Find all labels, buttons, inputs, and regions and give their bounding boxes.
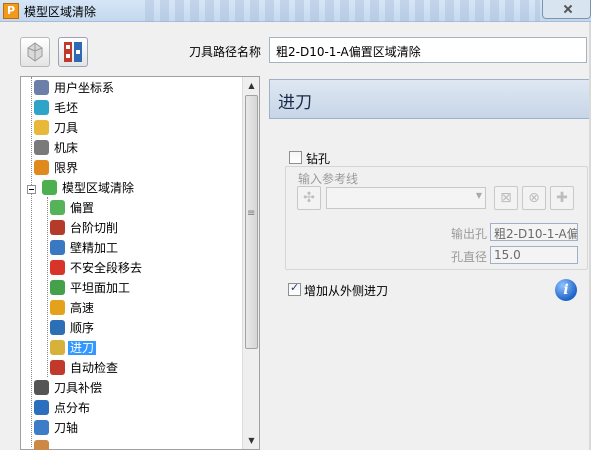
recycle-icon: [27, 42, 43, 62]
tree-item[interactable]: 限界: [34, 158, 80, 178]
outside-lead-in-checkbox[interactable]: [288, 281, 301, 296]
tree-item-label: 平坦面加工: [70, 281, 131, 295]
tree-item[interactable]: 点分布: [34, 398, 92, 418]
point-dist-icon: [34, 400, 49, 415]
tree-item[interactable]: 平坦面加工: [50, 278, 132, 298]
limits-icon: [34, 160, 49, 175]
tree-item-label: 机床: [54, 141, 79, 155]
hole-diameter-input[interactable]: 15.0: [490, 246, 578, 264]
tree-item[interactable]: 刀轴: [34, 418, 80, 438]
tree-item-label: 限界: [54, 161, 79, 175]
title-bar-background: [145, 0, 540, 22]
recycle-toolpath-button[interactable]: [20, 37, 50, 67]
section-title: 进刀: [278, 93, 312, 113]
tree-item-label: 模型区域清除: [62, 181, 135, 195]
tree-item[interactable]: 高速: [50, 298, 96, 318]
tree-item-label: 顺序: [70, 321, 95, 335]
tree-item[interactable]: 不安全段移去: [50, 258, 144, 278]
tree-item-label: 偏置: [70, 201, 95, 215]
drill-checkbox[interactable]: [289, 151, 302, 164]
auto-check-icon: [50, 360, 65, 375]
tree-item[interactable]: 偏置: [50, 198, 96, 218]
tree-item-label: 自动检查: [70, 361, 119, 375]
close-button[interactable]: [542, 0, 591, 19]
scroll-down-arrow-icon[interactable]: ▼: [243, 432, 260, 449]
drill-label: 钻孔: [306, 152, 331, 166]
high-speed-icon: [50, 300, 65, 315]
tree-item-label: 壁精加工: [70, 241, 119, 255]
tool-comp-icon: [34, 380, 49, 395]
info-icon[interactable]: i: [555, 279, 577, 301]
step-cut-icon: [50, 220, 65, 235]
parameter-toggle-button[interactable]: [58, 37, 88, 67]
wall-finish-icon: [50, 240, 65, 255]
tree-item[interactable]: 毛坯: [34, 98, 80, 118]
tree-item[interactable]: 台阶切削: [50, 218, 120, 238]
ucs-icon: [34, 80, 49, 95]
title-bar: P 模型区域清除: [0, 0, 591, 22]
add-pattern-button[interactable]: ✚: [550, 186, 574, 210]
machine-icon: [34, 140, 49, 155]
tree-item[interactable]: 壁精加工: [50, 238, 120, 258]
pattern-select-button[interactable]: ✣: [297, 186, 321, 210]
scroll-up-arrow-icon[interactable]: ▲: [243, 77, 260, 94]
tree-item-label: [52, 441, 56, 450]
chevron-down-icon: ▼: [475, 191, 482, 200]
parameter-icon: [64, 42, 82, 62]
reference-line-group-title: 输入参考线: [296, 170, 361, 187]
hole-diameter-label: 孔直径: [451, 250, 488, 264]
tree-item[interactable]: 刀具补偿: [34, 378, 104, 398]
toolpath-name-label: 刀具路径名称: [189, 45, 262, 59]
tree-item[interactable]: 顺序: [50, 318, 96, 338]
tree-item[interactable]: 刀具: [34, 118, 80, 138]
tree-item-label: 用户坐标系: [54, 81, 115, 95]
tree-item-label: 毛坯: [54, 101, 79, 115]
tree-item[interactable]: 模型区域清除: [42, 178, 136, 198]
reference-line-combo[interactable]: ▼: [326, 187, 486, 209]
unsafe-remove-icon: [50, 260, 65, 275]
tree-item-label: 不安全段移去: [70, 261, 143, 275]
area-clear-icon: [42, 180, 57, 195]
outside-lead-in-label: 增加从外侧进刀: [304, 284, 389, 298]
tree-item-label: 点分布: [54, 401, 91, 415]
block-icon: [34, 100, 49, 115]
exit-hole-input[interactable]: 粗2-D10-1-A偏: [490, 223, 578, 241]
tree-item[interactable]: 用户坐标系: [34, 78, 116, 98]
app-icon: P: [3, 3, 19, 19]
toolpath-name-input[interactable]: 粗2-D10-1-A偏置区域清除: [269, 37, 587, 63]
tree-item-label: 进刀: [68, 341, 97, 355]
scroll-thumb[interactable]: [245, 95, 258, 349]
window-title: 模型区域清除: [24, 5, 97, 19]
order-icon: [50, 320, 65, 335]
lead-in-icon: [50, 340, 65, 355]
tool-icon: [34, 120, 49, 135]
tree-item-label: 刀具补偿: [54, 381, 103, 395]
tree-item-label: 高速: [70, 301, 95, 315]
exit-hole-label: 输出孔: [451, 227, 488, 241]
tree-item-label: 刀轴: [54, 421, 79, 435]
offset-icon: [50, 200, 65, 215]
tree-item[interactable]: [34, 438, 56, 450]
tree-item[interactable]: 自动检查: [50, 358, 120, 378]
tree-item[interactable]: 机床: [34, 138, 80, 158]
clear-pattern-button[interactable]: ⊗: [522, 186, 546, 210]
edit-pattern-button[interactable]: ⊠: [494, 186, 518, 210]
tool-axis-icon: [34, 420, 49, 435]
collapse-toggle[interactable]: [27, 185, 36, 194]
tree-item-label: 台阶切削: [70, 221, 119, 235]
tree-item-label: 刀具: [54, 121, 79, 135]
flat-machining-icon: [50, 280, 65, 295]
partial-icon: [34, 440, 49, 450]
tree-item[interactable]: 进刀: [50, 338, 97, 358]
tree-scrollbar[interactable]: ▲ ▼: [242, 77, 259, 449]
section-header: 进刀: [269, 79, 591, 119]
